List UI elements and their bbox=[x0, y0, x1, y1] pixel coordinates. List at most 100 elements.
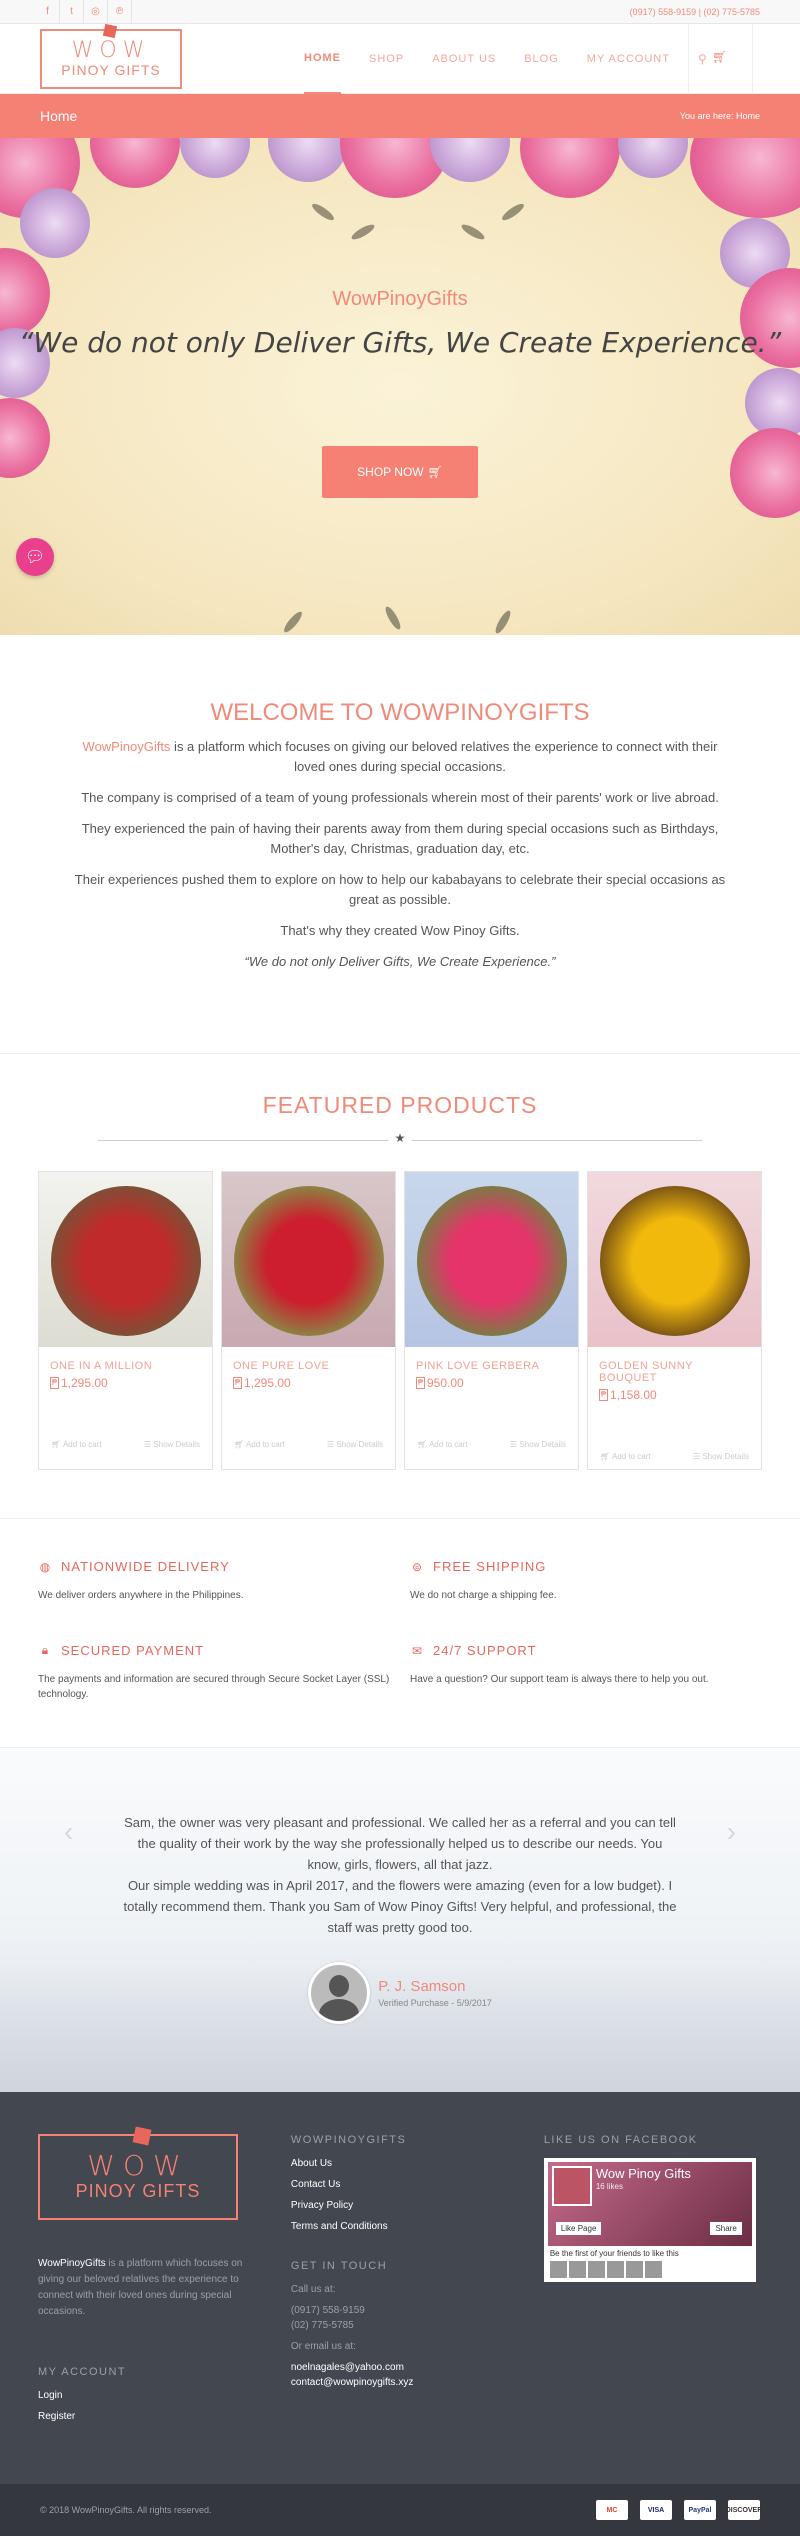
product-name[interactable]: ONE PURE LOVE bbox=[222, 1347, 395, 1376]
feature-title: ◍ NATIONWIDE DELIVERY bbox=[38, 1559, 390, 1574]
footer-heading: MY ACCOUNT bbox=[38, 2366, 127, 2378]
product-image[interactable] bbox=[588, 1172, 761, 1347]
show-details-label: Show Details bbox=[336, 1440, 383, 1449]
testimonial-section: ‹ › Sam, the owner was very pleasant and… bbox=[0, 1748, 800, 2092]
add-to-cart-button[interactable]: 🛒︎ Add to cart bbox=[51, 1440, 102, 1449]
product-image[interactable] bbox=[39, 1172, 212, 1347]
instagram-icon[interactable]: ◎ bbox=[84, 0, 108, 24]
welcome-section: WELCOME TO WOWPINOYGIFTS WowPinoyGifts i… bbox=[0, 635, 800, 1054]
add-to-cart-button[interactable]: 🛒︎ Add to cart bbox=[600, 1452, 651, 1461]
product-card[interactable]: ONE IN A MILLION ₱ 1,295.00 🛒︎ Add to car… bbox=[38, 1171, 213, 1470]
facebook-icon[interactable]: f bbox=[36, 0, 60, 24]
show-details-label: Show Details bbox=[702, 1452, 749, 1461]
cart-icon[interactable]: 🛒︎ bbox=[712, 50, 727, 64]
product-image[interactable] bbox=[222, 1172, 395, 1347]
product-card[interactable]: GOLDEN SUNNY BOUQUET ₱ 1,158.00 🛒︎ Add to… bbox=[587, 1171, 762, 1470]
feature-title-text: NATIONWIDE DELIVERY bbox=[61, 1559, 230, 1574]
footer-bottom-bar: © 2018 WowPinoyGifts. All rights reserve… bbox=[0, 2484, 800, 2536]
logo-line-2: PINOY GIFTS bbox=[61, 61, 161, 78]
lock-icon: 🔒︎ bbox=[41, 1643, 50, 1657]
feature-item: 🔒︎ SECURED PAYMENT The payments and infor… bbox=[38, 1643, 390, 1727]
product-image[interactable] bbox=[405, 1172, 578, 1347]
author-name: P. J. Samson bbox=[378, 1978, 466, 1995]
add-to-cart-button[interactable]: 🛒︎ Add to cart bbox=[234, 1440, 285, 1449]
footer-link-register[interactable]: Register bbox=[38, 2411, 291, 2422]
product-price: ₱ 950.00 bbox=[405, 1376, 578, 1390]
twitter-icon[interactable]: t bbox=[60, 0, 84, 24]
product-card[interactable]: PINK LOVE GERBERA ₱ 950.00 🛒︎ Add to cart… bbox=[404, 1171, 579, 1470]
logo-line-2: PINOY GIFTS bbox=[75, 2181, 201, 2201]
add-to-cart-label: Add to cart bbox=[611, 1452, 651, 1461]
show-details-button[interactable]: ☰ Show Details bbox=[144, 1440, 200, 1449]
section-divider: ★ bbox=[98, 1131, 702, 1145]
footer-link-terms[interactable]: Terms and Conditions bbox=[291, 2221, 544, 2232]
payment-card-icon: DISCOVER bbox=[726, 2500, 762, 2520]
product-price: ₱ 1,158.00 bbox=[588, 1388, 761, 1402]
site-footer: WOW PINOY GIFTS WowPinoyGifts is a platf… bbox=[0, 2092, 800, 2484]
nav-my-account[interactable]: MY ACCOUNT bbox=[587, 24, 670, 94]
show-details-button[interactable]: ☰ Show Details bbox=[693, 1452, 749, 1461]
product-name[interactable]: GOLDEN SUNNY BOUQUET bbox=[588, 1347, 761, 1388]
nav-blog[interactable]: BLOG bbox=[524, 24, 559, 94]
payment-card-icon: MC bbox=[596, 2500, 628, 2520]
page-title-bar: Home You are here: Home bbox=[0, 94, 800, 138]
payment-card-icon: PayPal bbox=[684, 2500, 716, 2520]
phone-number: (0917) 558-9159 bbox=[290, 2305, 365, 2316]
site-header: WOW PINOY GIFTS HOME SHOP ABOUT US BLOG … bbox=[0, 23, 800, 94]
show-details-button[interactable]: ☰ Show Details bbox=[510, 1440, 566, 1449]
peso-icon: ₱ bbox=[50, 1377, 59, 1389]
facebook-page-widget[interactable]: Wow Pinoy Gifts 16 likes Like Page Share… bbox=[543, 2158, 756, 2282]
cart-icon: 🛒︎ bbox=[427, 465, 443, 479]
call-label: Call us at: bbox=[290, 2284, 336, 2295]
author-meta: Verified Purchase - 5/9/2017 bbox=[378, 1998, 492, 2008]
peso-icon: ₱ bbox=[233, 1377, 242, 1389]
product-card[interactable]: ONE PURE LOVE ₱ 1,295.00 🛒︎ Add to cart ☰… bbox=[221, 1171, 396, 1470]
product-name[interactable]: PINK LOVE GERBERA bbox=[405, 1347, 578, 1376]
shop-now-button[interactable]: SHOP NOW 🛒︎ bbox=[322, 446, 478, 498]
facebook-share-button[interactable]: Share bbox=[710, 2222, 742, 2235]
add-to-cart-button[interactable]: 🛒︎ Add to cart bbox=[417, 1440, 468, 1449]
chat-widget-icon[interactable]: 💬︎ bbox=[16, 538, 54, 576]
footer-link-about-us[interactable]: About Us bbox=[291, 2158, 544, 2169]
email-label: Or email us at: bbox=[290, 2341, 356, 2352]
prev-arrow-icon[interactable]: ‹ bbox=[64, 1816, 73, 1848]
nav-shop[interactable]: SHOP bbox=[369, 24, 404, 94]
next-arrow-icon[interactable]: › bbox=[727, 1816, 736, 1848]
peso-icon: ₱ bbox=[599, 1389, 608, 1401]
feature-title-text: SECURED PAYMENT bbox=[61, 1643, 205, 1658]
facebook-page-thumbnail bbox=[551, 2166, 592, 2206]
top-bar: f t ◎ ℗ (0917) 558-9159 | (02) 775-5785 bbox=[0, 0, 800, 24]
pinterest-icon[interactable]: ℗ bbox=[108, 0, 132, 24]
email-link[interactable]: contact@wowpinoygifts.xyz bbox=[291, 2377, 544, 2388]
product-grid: ONE IN A MILLION ₱ 1,295.00 🛒︎ Add to car… bbox=[38, 1171, 762, 1470]
price-value: 1,295.00 bbox=[244, 1376, 291, 1390]
footer-heading: GET IN TOUCH bbox=[290, 2260, 388, 2272]
email-link[interactable]: noelnagales@yahoo.com bbox=[291, 2362, 544, 2373]
show-details-button[interactable]: ☰ Show Details bbox=[327, 1440, 383, 1449]
main-nav: HOME SHOP ABOUT US BLOG MY ACCOUNT ⚲ bbox=[304, 24, 708, 94]
footer-link-login[interactable]: Login bbox=[38, 2390, 291, 2401]
feature-title: ✉ 24/7 SUPPORT bbox=[410, 1643, 762, 1658]
payment-methods: MC VISA PayPal DISCOVER bbox=[596, 2500, 762, 2520]
facebook-like-button[interactable]: Like Page bbox=[555, 2222, 602, 2235]
footer-link-contact-us[interactable]: Contact Us bbox=[291, 2179, 544, 2190]
product-actions: 🛒︎ Add to cart ☰ Show Details bbox=[222, 1390, 395, 1457]
gift-box-icon bbox=[132, 2126, 152, 2146]
search-icon[interactable]: ⚲ bbox=[698, 24, 708, 94]
welcome-title: WELCOME TO WOWPINOYGIFTS bbox=[210, 699, 590, 726]
nav-home[interactable]: HOME bbox=[304, 24, 341, 94]
testimonial-text: Sam, the owner was very pleasant and pro… bbox=[123, 1815, 677, 1935]
site-logo[interactable]: WOW PINOY GIFTS bbox=[40, 23, 182, 89]
footer-logo[interactable]: WOW PINOY GIFTS bbox=[38, 2126, 238, 2220]
product-name[interactable]: ONE IN A MILLION bbox=[39, 1347, 212, 1376]
phone-number: (02) 775-5785 bbox=[290, 2320, 354, 2331]
feature-title: ⊜ FREE SHIPPING bbox=[410, 1559, 762, 1574]
footer-link-privacy-policy[interactable]: Privacy Policy bbox=[291, 2200, 544, 2211]
facebook-page-name[interactable]: Wow Pinoy Gifts bbox=[596, 2166, 691, 2181]
featured-products-section: FEATURED PRODUCTS ★ ONE IN A MILLION ₱ 1,… bbox=[0, 1054, 800, 1519]
facebook-cover: Wow Pinoy Gifts 16 likes Like Page Share bbox=[547, 2162, 752, 2246]
nav-about-us[interactable]: ABOUT US bbox=[432, 24, 496, 94]
brand-link[interactable]: WowPinoyGifts bbox=[83, 739, 171, 754]
support-chat-icon: ✉ bbox=[411, 1643, 424, 1658]
hero-banner: WowPinoyGifts “We do not only Deliver Gi… bbox=[0, 138, 800, 635]
